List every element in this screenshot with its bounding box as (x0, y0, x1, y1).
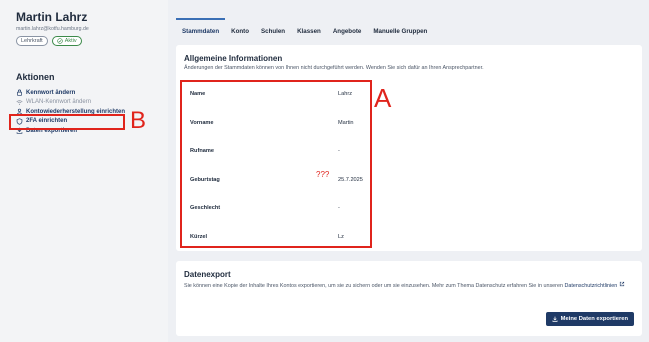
action-label: Kennwort ändern (26, 89, 76, 96)
download-icon (552, 316, 558, 322)
data-export-text: Sie können eine Kopie der Inhalte Ihres … (184, 281, 634, 290)
status-badge-label: Aktiv (64, 38, 77, 44)
action-label: WLAN-Kennwort ändern (26, 99, 92, 106)
lock-icon (16, 89, 23, 96)
export-data-button[interactable]: Meine Daten exportieren (545, 312, 634, 326)
annotation-label-b: B (130, 107, 147, 134)
tab-manuelle-gruppen[interactable]: Manuelle Gruppen (367, 18, 433, 42)
actions-title: Aktionen (16, 72, 55, 82)
action-change-wlan-password: WLAN-Kennwort ändern (16, 98, 160, 108)
role-badge: Lehrkraft (16, 36, 48, 46)
data-export-card: Datenexport Sie können eine Kopie der In… (176, 261, 642, 336)
action-change-password[interactable]: Kennwort ändern (16, 88, 160, 98)
data-export-title: Datenexport (184, 270, 231, 279)
privacy-policy-link-label: Datenschutzrichtlinien (564, 283, 618, 289)
user-email: martin.lahrz@kotfu.hamburg.de (16, 26, 89, 32)
data-export-description: Sie können eine Kopie der Inhalte Ihres … (184, 283, 563, 289)
tab-konto[interactable]: Konto (225, 18, 255, 42)
tab-angebote[interactable]: Angebote (327, 18, 368, 42)
annotation-label-a: A (374, 83, 392, 113)
user-name: Martin Lahrz (16, 10, 88, 24)
tab-schulen[interactable]: Schulen (255, 18, 291, 42)
check-circle-icon (57, 38, 63, 44)
tab-stammdaten[interactable]: Stammdaten (176, 18, 226, 42)
export-data-button-label: Meine Daten exportieren (560, 316, 628, 322)
external-link-icon (619, 281, 624, 287)
general-info-subtitle: Änderungen der Stammdaten können von Ihn… (184, 65, 484, 71)
tab-klassen[interactable]: Klassen (291, 18, 327, 42)
annotation-question-marks: ??? (316, 170, 330, 179)
privacy-policy-link[interactable]: Datenschutzrichtlinien (564, 281, 624, 289)
annotation-box-b (9, 114, 125, 130)
wifi-icon (16, 99, 23, 106)
tab-bar: Stammdaten Konto Schulen Klassen Angebot… (176, 18, 433, 42)
status-badge: Aktiv (51, 36, 82, 46)
sidebar: Martin Lahrz martin.lahrz@kotfu.hamburg.… (0, 0, 168, 342)
general-info-card: Allgemeine Informationen Änderungen der … (176, 45, 642, 251)
general-info-title: Allgemeine Informationen (184, 54, 283, 63)
annotation-box-a (180, 80, 372, 248)
badges: Lehrkraft Aktiv (16, 36, 160, 46)
